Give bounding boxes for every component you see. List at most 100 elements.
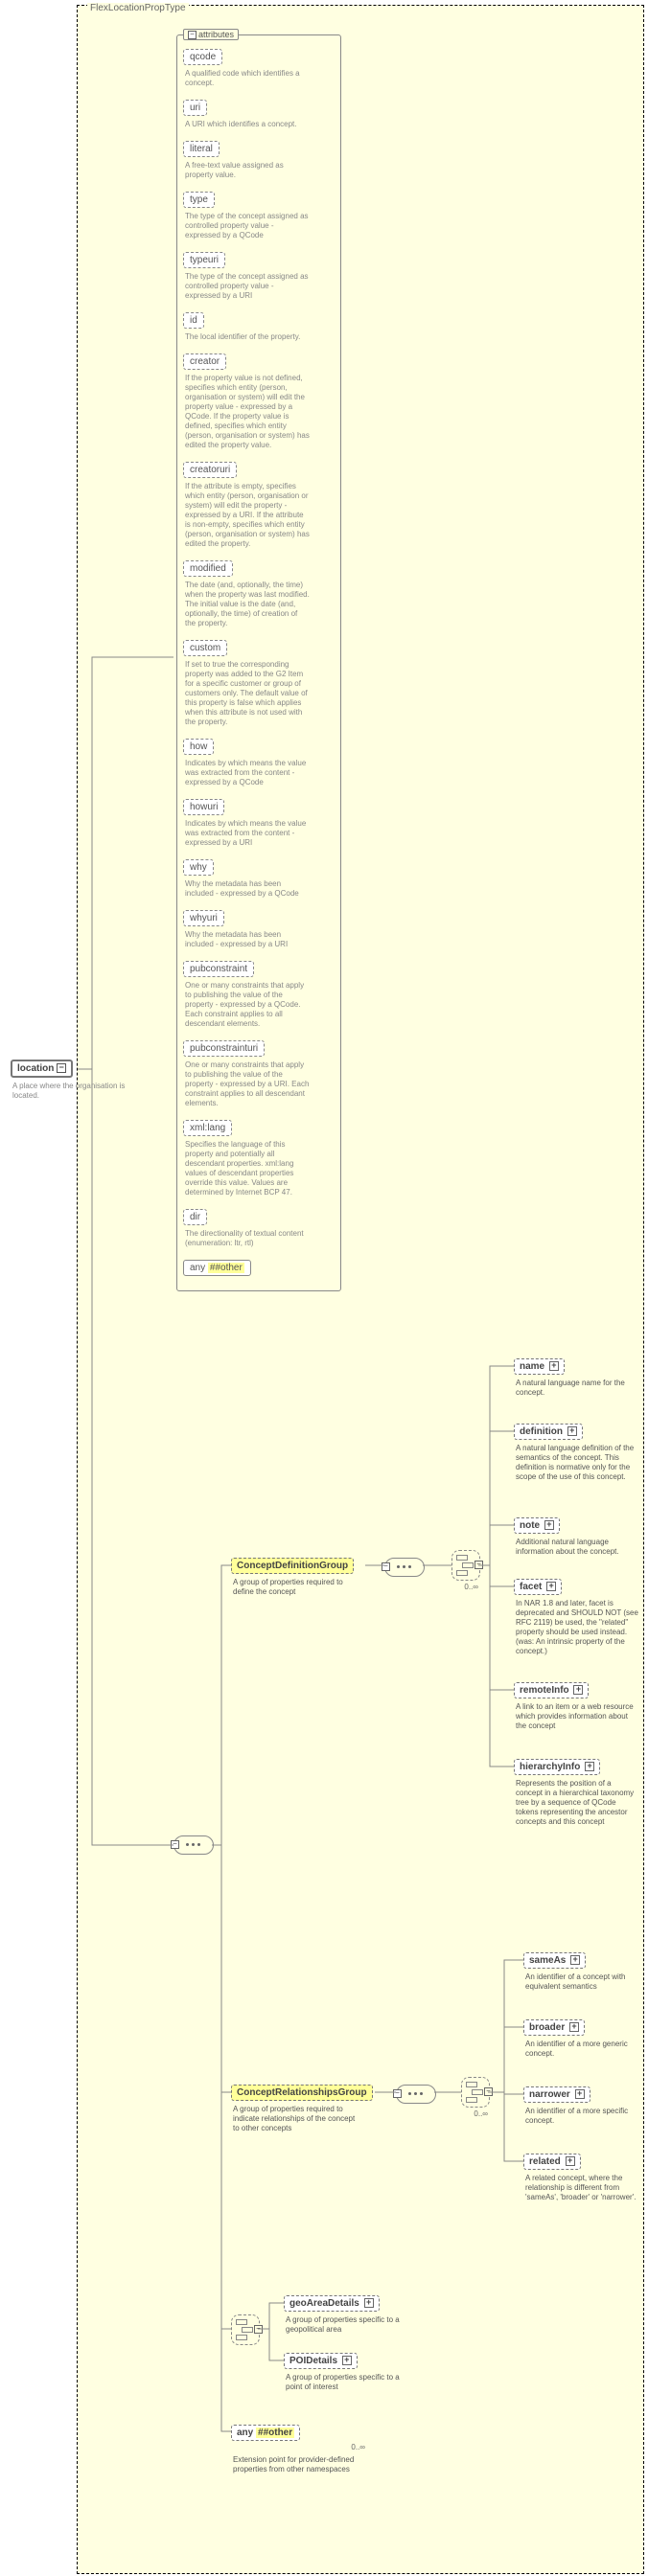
concept-definition-group: ConceptDefinitionGroup A group of proper…	[231, 1558, 358, 1597]
attr-xml-lang: xml:lang Specifies the language of this p…	[183, 1120, 335, 1197]
attr-desc: A free-text value assigned as property v…	[183, 161, 310, 180]
attr-label: typeuri	[183, 252, 225, 268]
attr-qcode: qcode A qualified code which identifies a…	[183, 49, 335, 88]
sequence-marker: −	[396, 2085, 436, 2104]
attr-label: literal	[183, 141, 220, 157]
attr-label: uri	[183, 100, 207, 116]
attr-pubconstraint: pubconstraint One or many constraints tha…	[183, 961, 335, 1029]
element-desc: A related concept, where the relationshi…	[523, 2174, 638, 2202]
attr-modified: modified The date (and, optionally, the t…	[183, 560, 335, 628]
attr-desc: The local identifier of the property.	[183, 332, 310, 342]
expand-icon[interactable]: +	[544, 1520, 554, 1530]
attr-creator: creator If the property value is not defi…	[183, 353, 335, 450]
element-desc: Represents the position of a concept in …	[514, 1779, 638, 1827]
sequence-marker: −	[174, 1835, 214, 1855]
expand-icon[interactable]: +	[570, 1955, 580, 1965]
element-desc: Additional natural language information …	[514, 1538, 638, 1557]
attr-pubconstrainturi: pubconstrainturiOne or many constraints …	[183, 1040, 335, 1108]
expand-icon[interactable]: +	[549, 1361, 559, 1371]
element-desc: A natural language definition of the sem…	[514, 1444, 638, 1482]
concept-relationships-group: ConceptRelationshipsGroup A group of pro…	[231, 2085, 373, 2133]
any-attribute: any ##other	[183, 1260, 335, 1276]
geo-area-details: geoAreaDetails + A group of properties s…	[284, 2295, 410, 2335]
attr-label: dir	[183, 1209, 207, 1225]
cdg-definition: definition + A natural language definitio…	[514, 1424, 638, 1482]
attr-desc: The type of the concept assigned as cont…	[183, 212, 310, 240]
attr-creatoruri: creatoruri If the attribute is empty, spe…	[183, 462, 335, 549]
attr-label: whyuri	[183, 910, 224, 926]
attr-custom: custom If set to true the corresponding p…	[183, 640, 335, 727]
attr-label: modified	[183, 560, 233, 577]
root-desc: A place where the organisation is locate…	[11, 1082, 137, 1101]
element-desc: A natural language name for the concept.	[514, 1379, 638, 1398]
attributes-container: − attributes qcodeA qualified code which…	[176, 34, 341, 1291]
sequence-marker: −	[384, 1558, 425, 1577]
attr-desc: Why the metadata has been included - exp…	[183, 879, 310, 899]
minus-icon: −	[188, 31, 197, 39]
attributes-header[interactable]: − attributes	[183, 29, 239, 40]
diagram-frame: FlexLocationPropType location − A place …	[77, 5, 644, 2574]
attr-desc: The date (and, optionally, the time) whe…	[183, 581, 310, 628]
element-box: note +	[514, 1517, 560, 1534]
attr-label: creator	[183, 353, 226, 370]
poi-details: POIDetails + A group of properties speci…	[284, 2353, 410, 2392]
attr-dir: dir The directionality of textual content…	[183, 1209, 335, 1248]
crg-related: related + A related concept, where the re…	[523, 2154, 638, 2202]
attr-desc: Indicates by which means the value was e…	[183, 759, 310, 787]
attr-label: creatoruri	[183, 462, 237, 478]
crg-narrower: narrower +An identifier of a more specif…	[523, 2086, 638, 2126]
attr-label: id	[183, 312, 204, 329]
element-box: name +	[514, 1358, 565, 1375]
attr-literal: literal A free-text value assigned as pro…	[183, 141, 335, 180]
attr-uri: uri A URI which identifies a concept.	[183, 100, 335, 129]
attr-label: xml:lang	[183, 1120, 232, 1136]
any-other-element: any ##other 0..∞ Extension point for pro…	[231, 2425, 365, 2474]
cdg-remoteInfo: remoteInfo + A link to an item or a web r…	[514, 1682, 638, 1731]
attr-label: howuri	[183, 799, 224, 815]
attr-label: pubconstrainturi	[183, 1040, 265, 1057]
crg-sameAs: sameAs + An identifier of a concept with …	[523, 1952, 638, 1992]
attr-desc: Why the metadata has been included - exp…	[183, 930, 310, 949]
attr-desc: The directionality of textual content (e…	[183, 1229, 310, 1248]
attr-desc: Specifies the language of this property …	[183, 1140, 310, 1197]
element-desc: An identifier of a more specific concept…	[523, 2107, 638, 2126]
attr-label: why	[183, 859, 214, 876]
attr-desc: One or many constraints that apply to pu…	[183, 981, 310, 1029]
expand-icon[interactable]: +	[566, 2156, 575, 2166]
attr-desc: A URI which identifies a concept.	[183, 120, 310, 129]
element-box: related +	[523, 2154, 581, 2170]
expand-icon[interactable]: +	[569, 2022, 579, 2032]
cdg-name: name + A natural language name for the co…	[514, 1358, 638, 1398]
attr-desc: If set to true the corresponding propert…	[183, 660, 310, 727]
element-box: definition +	[514, 1424, 583, 1440]
expand-icon[interactable]: +	[573, 1685, 583, 1695]
attr-whyuri: whyuri Why the metadata has been included…	[183, 910, 335, 949]
element-desc: In NAR 1.8 and later, facet is deprecate…	[514, 1599, 638, 1656]
element-box: facet +	[514, 1579, 562, 1595]
expand-icon[interactable]: +	[585, 1762, 594, 1771]
attr-label: custom	[183, 640, 227, 656]
collapse-icon[interactable]: −	[57, 1063, 66, 1073]
element-box: sameAs +	[523, 1952, 586, 1969]
attr-desc: If the property value is not defined, sp…	[183, 374, 310, 450]
cdg-hierarchyInfo: hierarchyInfo +Represents the position o…	[514, 1759, 638, 1827]
expand-icon[interactable]: +	[546, 1582, 556, 1591]
attr-label: how	[183, 739, 214, 755]
attr-label: qcode	[183, 49, 222, 65]
type-name: FlexLocationPropType	[87, 3, 189, 13]
attr-label: type	[183, 192, 215, 208]
element-desc: An identifier of a more generic concept.	[523, 2040, 638, 2059]
cdg-note: note + Additional natural language inform…	[514, 1517, 638, 1557]
expand-icon[interactable]: +	[567, 1426, 577, 1436]
expand-icon[interactable]: +	[575, 2089, 585, 2099]
attr-label: pubconstraint	[183, 961, 254, 977]
attr-desc: A qualified code which identifies a conc…	[183, 69, 310, 88]
element-desc: An identifier of a concept with equivale…	[523, 1972, 638, 1992]
attr-desc: If the attribute is empty, specifies whi…	[183, 482, 310, 549]
attr-typeuri: typeuri The type of the concept assigned …	[183, 252, 335, 301]
attr-desc: The type of the concept assigned as cont…	[183, 272, 310, 301]
attr-desc: Indicates by which means the value was e…	[183, 819, 310, 848]
element-box: remoteInfo +	[514, 1682, 589, 1698]
attr-howuri: howuri Indicates by which means the value…	[183, 799, 335, 848]
element-desc: A link to an item or a web resource whic…	[514, 1702, 638, 1731]
